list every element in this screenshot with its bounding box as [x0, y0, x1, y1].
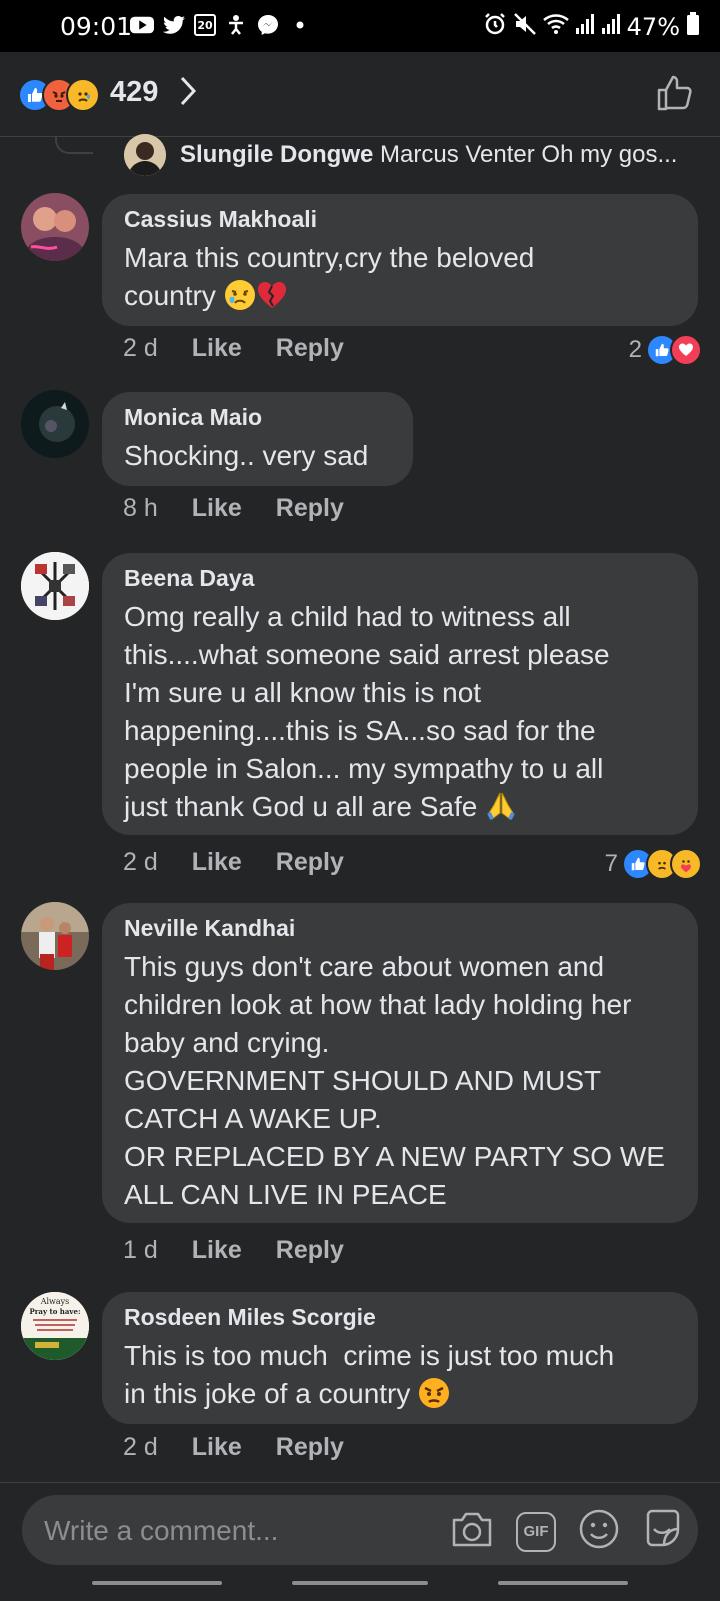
comment-author[interactable]: Rosdeen Miles Scorgie: [124, 1304, 676, 1331]
comment-input[interactable]: Write a comment... GIF: [22, 1495, 698, 1565]
comment-text: Shocking.. very sad: [124, 440, 369, 471]
battery-percent: 47%: [626, 13, 680, 41]
comment-bubble[interactable]: Rosdeen Miles Scorgie This is too much c…: [102, 1292, 698, 1424]
care-reaction-icon: [670, 848, 702, 880]
twitter-icon: [162, 13, 186, 37]
sad-reaction-icon: [66, 78, 100, 112]
signal-icon: [575, 13, 595, 41]
avatar-text: Pray to have:: [29, 1307, 80, 1316]
comment-author[interactable]: Cassius Makhoali: [124, 206, 676, 233]
youtube-icon: [130, 13, 154, 37]
comment-placeholder: Write a comment...: [44, 1515, 279, 1546]
reply-button[interactable]: Reply: [276, 1236, 344, 1265]
comment-bubble[interactable]: Monica Maio Shocking.. very sad: [102, 392, 413, 486]
emoji-icon[interactable]: [578, 1508, 620, 1555]
avatar[interactable]: Always Pray to have:: [21, 1292, 89, 1360]
reaction-count[interactable]: 429: [110, 76, 158, 109]
comment-composer-bar: Write a comment... GIF: [0, 1482, 720, 1601]
gif-icon[interactable]: GIF: [516, 1511, 556, 1552]
reply-button[interactable]: Reply: [276, 494, 344, 523]
comment-actions: 2 d Like Reply: [123, 334, 344, 363]
like-button[interactable]: Like: [192, 848, 242, 877]
avatar[interactable]: [21, 193, 89, 261]
dot-icon: [288, 13, 312, 37]
comment-time[interactable]: 2 d: [123, 1433, 158, 1462]
thread-connector: [55, 136, 93, 154]
mute-icon: [513, 12, 537, 42]
wifi-icon: [542, 13, 569, 41]
comment-author[interactable]: Neville Kandhai: [124, 915, 676, 942]
comment-time[interactable]: 2 d: [123, 334, 158, 363]
comment-actions: 1 d Like Reply: [123, 1236, 344, 1265]
status-time: 09:01: [60, 12, 133, 41]
like-button[interactable]: Like: [192, 334, 242, 363]
battery-icon: [686, 12, 700, 42]
comment-text: This is too much crime is just too much …: [124, 1340, 615, 1409]
chevron-right-icon[interactable]: [178, 74, 198, 113]
reply-button[interactable]: Reply: [276, 334, 344, 363]
accessibility-icon: [224, 13, 248, 37]
folded-hands-emoji: [485, 790, 517, 822]
avatar[interactable]: [21, 902, 89, 970]
comment-reactions[interactable]: 7: [605, 848, 702, 880]
comment-text: Mara this country,cry the beloved countr…: [124, 242, 535, 311]
comment-author[interactable]: Beena Daya: [124, 565, 676, 592]
reactions-header: 429: [0, 52, 720, 137]
reply-button[interactable]: Reply: [276, 848, 344, 877]
avatar[interactable]: [21, 552, 89, 620]
avatar: [124, 134, 166, 176]
like-post-button[interactable]: [656, 74, 694, 117]
nav-recents-handle[interactable]: [92, 1581, 222, 1585]
reply-preview[interactable]: Slungile Dongwe Marcus Venter Oh my gos.…: [124, 134, 677, 176]
sticker-icon[interactable]: [642, 1507, 686, 1556]
status-bar: 09:01 20 47%: [0, 0, 720, 52]
crying-face-emoji: [224, 279, 256, 311]
calendar-icon: 20: [194, 14, 216, 36]
messenger-icon: [256, 13, 280, 37]
comment-time[interactable]: 2 d: [123, 848, 158, 877]
avatar-text: Always: [40, 1297, 70, 1306]
alarm-icon: [483, 12, 507, 42]
comment-text: Omg really a child had to witness all th…: [124, 601, 610, 822]
reaction-count: 7: [604, 850, 618, 877]
comment-actions: 8 h Like Reply: [123, 494, 344, 523]
comment-time[interactable]: 8 h: [123, 494, 158, 523]
signal-icon: [601, 13, 621, 41]
like-button[interactable]: Like: [192, 494, 242, 523]
comment-author[interactable]: Monica Maio: [124, 404, 391, 431]
comment-time[interactable]: 1 d: [123, 1236, 158, 1265]
reaction-count: 2: [628, 336, 642, 363]
comment-actions: 2 d Like Reply: [123, 1433, 344, 1462]
comment-actions: 2 d Like Reply: [123, 848, 344, 877]
reactions-summary[interactable]: [18, 78, 100, 112]
comment-bubble[interactable]: Neville Kandhai This guys don't care abo…: [102, 903, 698, 1223]
love-reaction-icon: [670, 334, 702, 366]
gif-label: GIF: [523, 1523, 549, 1540]
like-button[interactable]: Like: [192, 1433, 242, 1462]
camera-icon[interactable]: [450, 1509, 494, 1554]
reply-snippet: Marcus Venter Oh my gos...: [380, 141, 678, 168]
nav-back-handle[interactable]: [498, 1581, 628, 1585]
comment-bubble[interactable]: Cassius Makhoali Mara this country,cry t…: [102, 194, 698, 326]
nav-home-handle[interactable]: [292, 1581, 428, 1585]
reply-button[interactable]: Reply: [276, 1433, 344, 1462]
calendar-badge: 20: [197, 18, 213, 32]
avatar[interactable]: [21, 390, 89, 458]
broken-heart-emoji: [256, 279, 288, 311]
reply-author[interactable]: Slungile Dongwe: [180, 141, 373, 168]
comment-reactions[interactable]: 2: [629, 334, 702, 366]
comment-text: This guys don't care about women and chi…: [124, 951, 665, 1210]
angry-face-emoji: [418, 1377, 450, 1409]
like-button[interactable]: Like: [192, 1236, 242, 1265]
comment-bubble[interactable]: Beena Daya Omg really a child had to wit…: [102, 553, 698, 835]
